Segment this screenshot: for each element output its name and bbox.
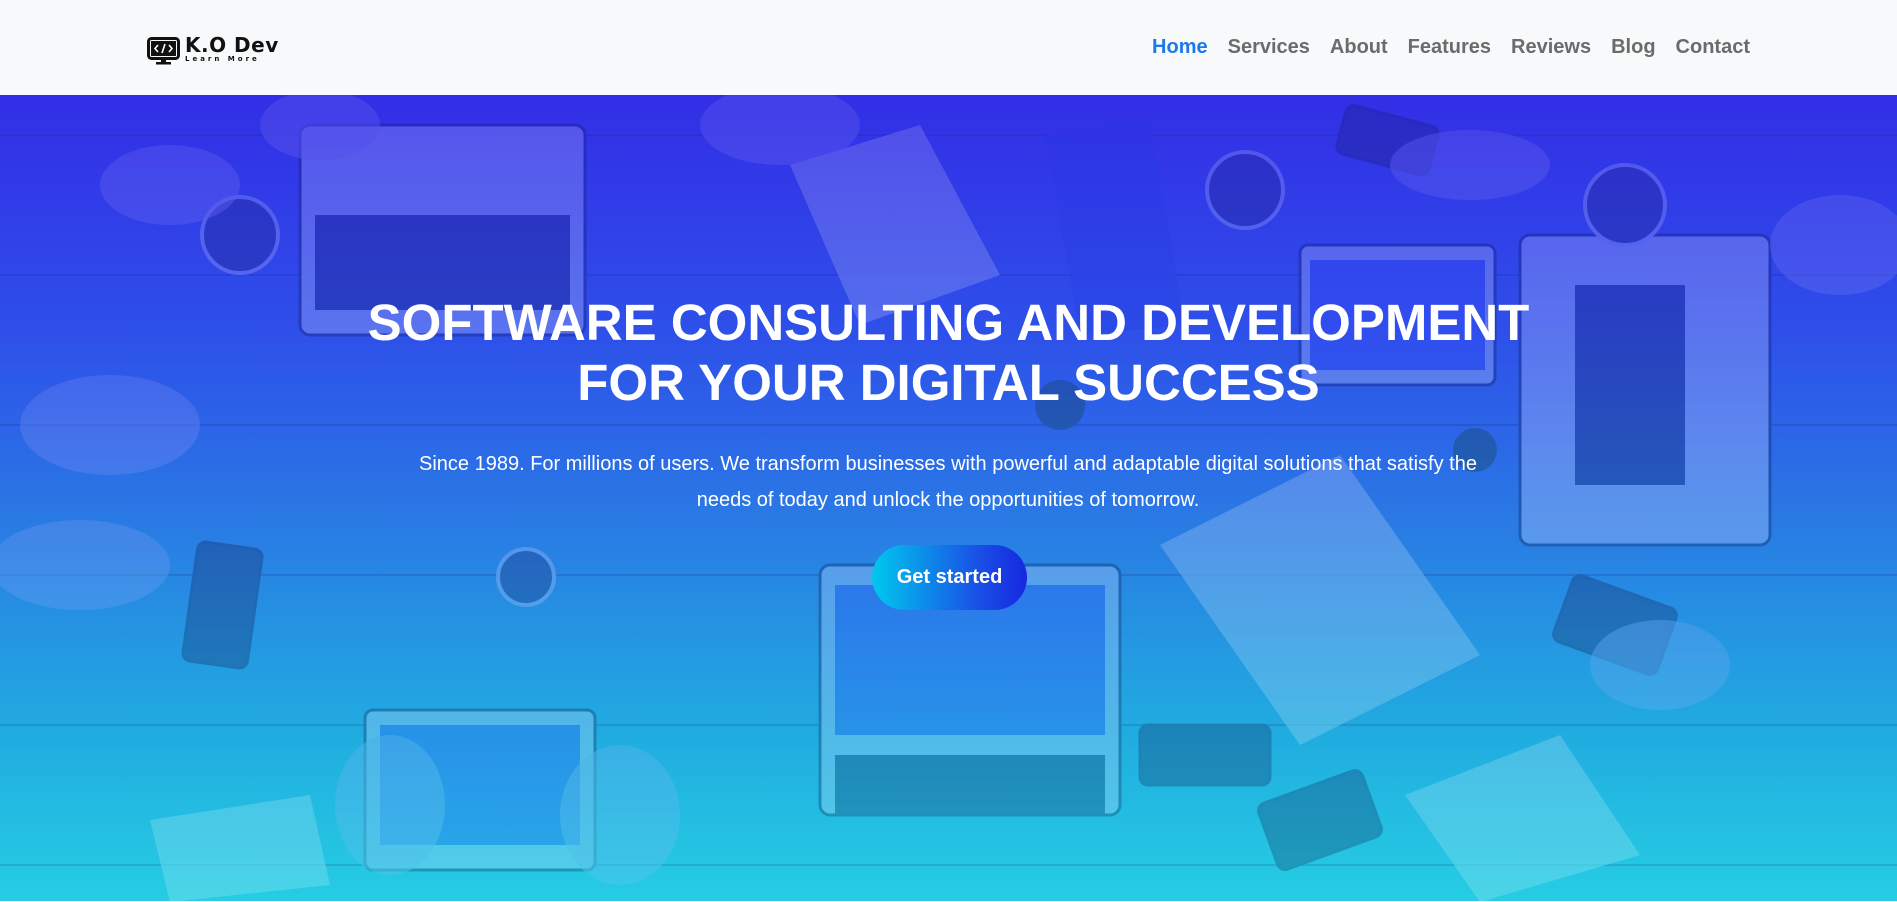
hero-content: SOFTWARE CONSULTING AND DEVELOPMENT FOR … xyxy=(0,95,1897,902)
hero-section: SOFTWARE CONSULTING AND DEVELOPMENT FOR … xyxy=(0,95,1897,902)
hero-subtitle-line-2: needs of today and unlock the opportunit… xyxy=(696,489,1200,511)
monitor-code-icon xyxy=(147,37,180,65)
nav-reviews[interactable]: Reviews xyxy=(1511,36,1591,59)
nav-about[interactable]: About xyxy=(1330,36,1388,59)
site-header: K.O Dev Learn More Home Services About F… xyxy=(0,0,1897,95)
hero-title: SOFTWARE CONSULTING AND DEVELOPMENT FOR … xyxy=(0,293,1897,413)
nav-home[interactable]: Home xyxy=(1152,36,1208,59)
nav-services[interactable]: Services xyxy=(1228,36,1310,59)
hero-subtitle-line-1: Since 1989. For millions of users. We tr… xyxy=(419,453,1477,475)
hero-title-line-2: FOR YOUR DIGITAL SUCCESS xyxy=(577,354,1320,411)
nav-blog[interactable]: Blog xyxy=(1611,36,1655,59)
hero-title-line-1: SOFTWARE CONSULTING AND DEVELOPMENT xyxy=(367,294,1530,351)
main-nav: Home Services About Features Reviews Blo… xyxy=(1132,0,1750,95)
brand-logo[interactable]: K.O Dev Learn More xyxy=(147,33,279,65)
get-started-button[interactable]: Get started xyxy=(872,545,1027,610)
nav-contact[interactable]: Contact xyxy=(1676,36,1750,59)
hero-subtitle: Since 1989. For millions of users. We tr… xyxy=(398,446,1498,518)
brand-name: K.O Dev xyxy=(185,33,279,57)
brand-tagline: Learn More xyxy=(185,55,260,63)
nav-features[interactable]: Features xyxy=(1408,36,1491,59)
